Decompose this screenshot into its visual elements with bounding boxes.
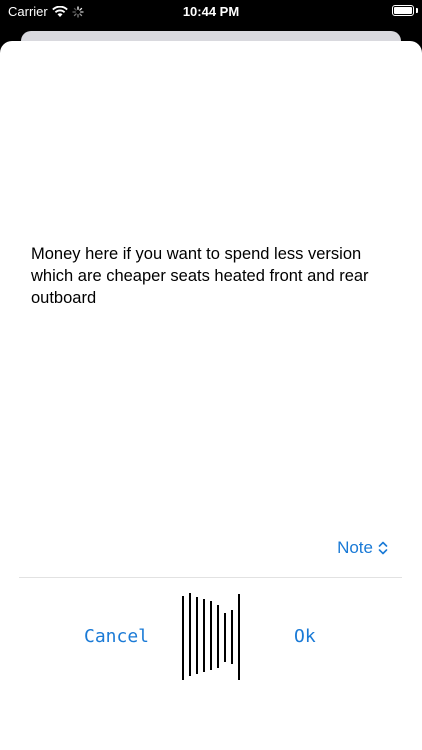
note-type-selector[interactable]: Note bbox=[337, 538, 388, 558]
status-time: 10:44 PM bbox=[182, 4, 240, 19]
audio-waveform-icon[interactable] bbox=[182, 592, 242, 682]
battery-cap bbox=[416, 8, 418, 13]
note-text: Money here if you want to spend less ver… bbox=[31, 245, 369, 307]
chevron-up-down-icon bbox=[378, 541, 388, 555]
note-selector-label: Note bbox=[337, 538, 373, 557]
divider bbox=[19, 577, 402, 578]
battery-icon bbox=[392, 5, 414, 16]
status-bar: Carrier 10:44 PM bbox=[0, 0, 422, 24]
cancel-button[interactable]: Cancel bbox=[84, 626, 149, 647]
ok-button[interactable]: Ok bbox=[294, 626, 316, 647]
